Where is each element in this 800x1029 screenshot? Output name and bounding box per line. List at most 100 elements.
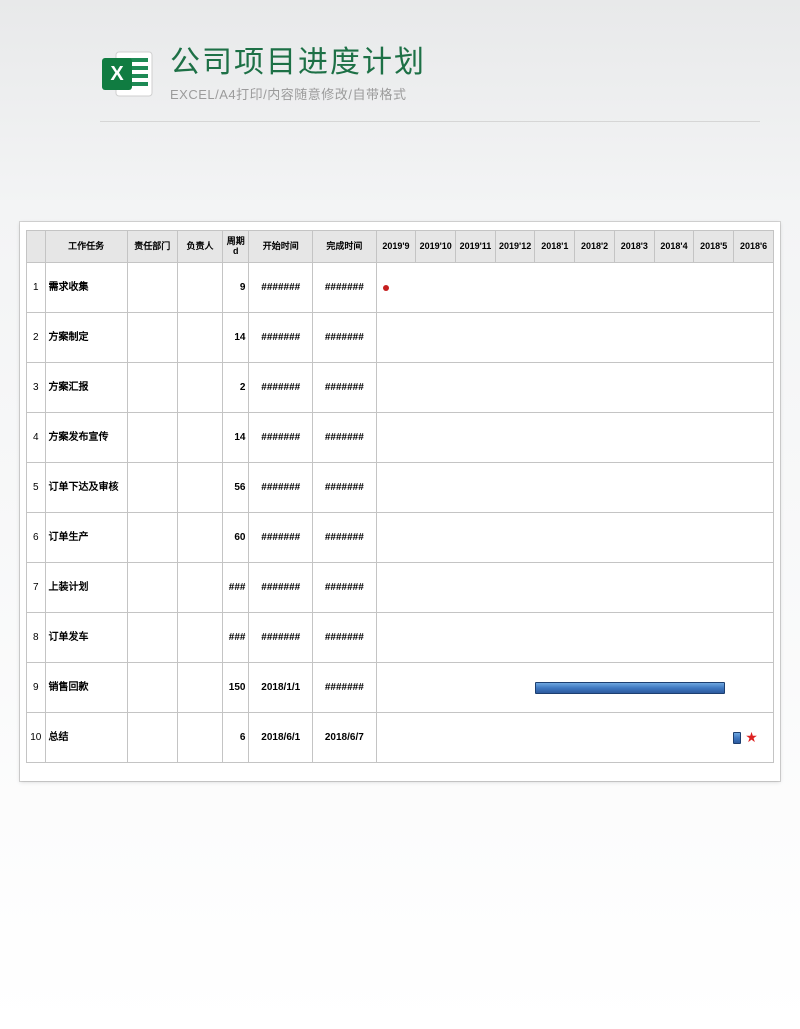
table-row[interactable]: 8订单发车#################	[27, 613, 774, 663]
end-date[interactable]: #######	[313, 413, 377, 463]
start-date[interactable]: #######	[249, 263, 313, 313]
row-index[interactable]: 2	[27, 313, 46, 363]
row-index[interactable]: 9	[27, 663, 46, 713]
task-name[interactable]: 上装计划	[45, 563, 127, 613]
table-row[interactable]: 4方案发布宣传14##############	[27, 413, 774, 463]
table-row[interactable]: 7上装计划#################	[27, 563, 774, 613]
owner-cell[interactable]	[177, 363, 222, 413]
owner-cell[interactable]	[177, 713, 222, 763]
gantt-table: 工作任务 责任部门 负责人 周期d 开始时间 完成时间 2019'9 2019'…	[26, 230, 774, 763]
table-row[interactable]: 3方案汇报2##############	[27, 363, 774, 413]
header-row: 工作任务 责任部门 负责人 周期d 开始时间 完成时间 2019'9 2019'…	[27, 231, 774, 263]
dept-cell[interactable]	[127, 713, 177, 763]
end-date[interactable]: #######	[313, 463, 377, 513]
dept-cell[interactable]	[127, 513, 177, 563]
gantt-cell	[376, 413, 773, 463]
dept-cell[interactable]	[127, 613, 177, 663]
task-name[interactable]: 销售回款	[45, 663, 127, 713]
col-month: 2019'10	[416, 231, 456, 263]
start-date[interactable]: #######	[249, 613, 313, 663]
duration-cell[interactable]: ###	[223, 613, 249, 663]
col-start: 开始时间	[249, 231, 313, 263]
dept-cell[interactable]	[127, 463, 177, 513]
duration-cell[interactable]: ###	[223, 563, 249, 613]
gantt-bar	[535, 682, 725, 694]
task-name[interactable]: 总结	[45, 713, 127, 763]
end-date[interactable]: #######	[313, 363, 377, 413]
col-owner: 负责人	[177, 231, 222, 263]
col-dept: 责任部门	[127, 231, 177, 263]
header: X 公司项目进度计划 EXCEL/A4打印/内容随意修改/自带格式	[0, 0, 800, 103]
start-date[interactable]: #######	[249, 563, 313, 613]
duration-cell[interactable]: 60	[223, 513, 249, 563]
dept-cell[interactable]	[127, 563, 177, 613]
start-date[interactable]: 2018/1/1	[249, 663, 313, 713]
duration-cell[interactable]: 150	[223, 663, 249, 713]
owner-cell[interactable]	[177, 563, 222, 613]
dept-cell[interactable]	[127, 263, 177, 313]
end-date[interactable]: #######	[313, 613, 377, 663]
table-row[interactable]: 2方案制定14##############	[27, 313, 774, 363]
task-name[interactable]: 方案发布宣传	[45, 413, 127, 463]
task-name[interactable]: 订单发车	[45, 613, 127, 663]
col-month: 2018'2	[575, 231, 615, 263]
start-date[interactable]: #######	[249, 463, 313, 513]
owner-cell[interactable]	[177, 613, 222, 663]
dept-cell[interactable]	[127, 363, 177, 413]
table-row[interactable]: 9销售回款 1502018/1/1#######	[27, 663, 774, 713]
task-name[interactable]: 需求收集	[45, 263, 127, 313]
row-index[interactable]: 1	[27, 263, 46, 313]
dept-cell[interactable]	[127, 313, 177, 363]
duration-cell[interactable]: 56	[223, 463, 249, 513]
duration-cell[interactable]: 14	[223, 313, 249, 363]
start-date[interactable]: 2018/6/1	[249, 713, 313, 763]
col-month: 2019'9	[376, 231, 416, 263]
table-row[interactable]: 5订单下达及审核56##############	[27, 463, 774, 513]
row-index[interactable]: 10	[27, 713, 46, 763]
dept-cell[interactable]	[127, 663, 177, 713]
owner-cell[interactable]	[177, 263, 222, 313]
duration-cell[interactable]: 9	[223, 263, 249, 313]
row-index[interactable]: 4	[27, 413, 46, 463]
table-row[interactable]: 1需求收集9##############	[27, 263, 774, 313]
end-date[interactable]: #######	[313, 513, 377, 563]
col-month: 2019'11	[456, 231, 496, 263]
start-date[interactable]: #######	[249, 313, 313, 363]
task-name[interactable]: 订单生产	[45, 513, 127, 563]
owner-cell[interactable]	[177, 513, 222, 563]
gantt-cell	[376, 313, 773, 363]
end-date[interactable]: #######	[313, 563, 377, 613]
col-month: 2018'6	[734, 231, 774, 263]
col-month: 2018'5	[694, 231, 734, 263]
row-index[interactable]: 7	[27, 563, 46, 613]
row-index[interactable]: 5	[27, 463, 46, 513]
end-date[interactable]: #######	[313, 313, 377, 363]
duration-cell[interactable]: 2	[223, 363, 249, 413]
table-row[interactable]: 10总结62018/6/12018/6/7★	[27, 713, 774, 763]
owner-cell[interactable]	[177, 663, 222, 713]
duration-cell[interactable]: 14	[223, 413, 249, 463]
gantt-cell	[376, 663, 773, 713]
owner-cell[interactable]	[177, 413, 222, 463]
end-date[interactable]: #######	[313, 263, 377, 313]
dept-cell[interactable]	[127, 413, 177, 463]
start-date[interactable]: #######	[249, 413, 313, 463]
duration-cell[interactable]: 6	[223, 713, 249, 763]
row-index[interactable]: 6	[27, 513, 46, 563]
col-index	[27, 231, 46, 263]
end-date[interactable]: 2018/6/7	[313, 713, 377, 763]
task-name[interactable]: 方案汇报	[45, 363, 127, 413]
row-index[interactable]: 8	[27, 613, 46, 663]
owner-cell[interactable]	[177, 463, 222, 513]
start-date[interactable]: #######	[249, 363, 313, 413]
col-month: 2018'1	[535, 231, 575, 263]
row-index[interactable]: 3	[27, 363, 46, 413]
end-date[interactable]: #######	[313, 663, 377, 713]
owner-cell[interactable]	[177, 313, 222, 363]
page-title: 公司项目进度计划	[170, 46, 426, 80]
table-row[interactable]: 6订单生产60##############	[27, 513, 774, 563]
start-date[interactable]: #######	[249, 513, 313, 563]
task-name[interactable]: 订单下达及审核	[45, 463, 127, 513]
col-task: 工作任务	[45, 231, 127, 263]
task-name[interactable]: 方案制定	[45, 313, 127, 363]
